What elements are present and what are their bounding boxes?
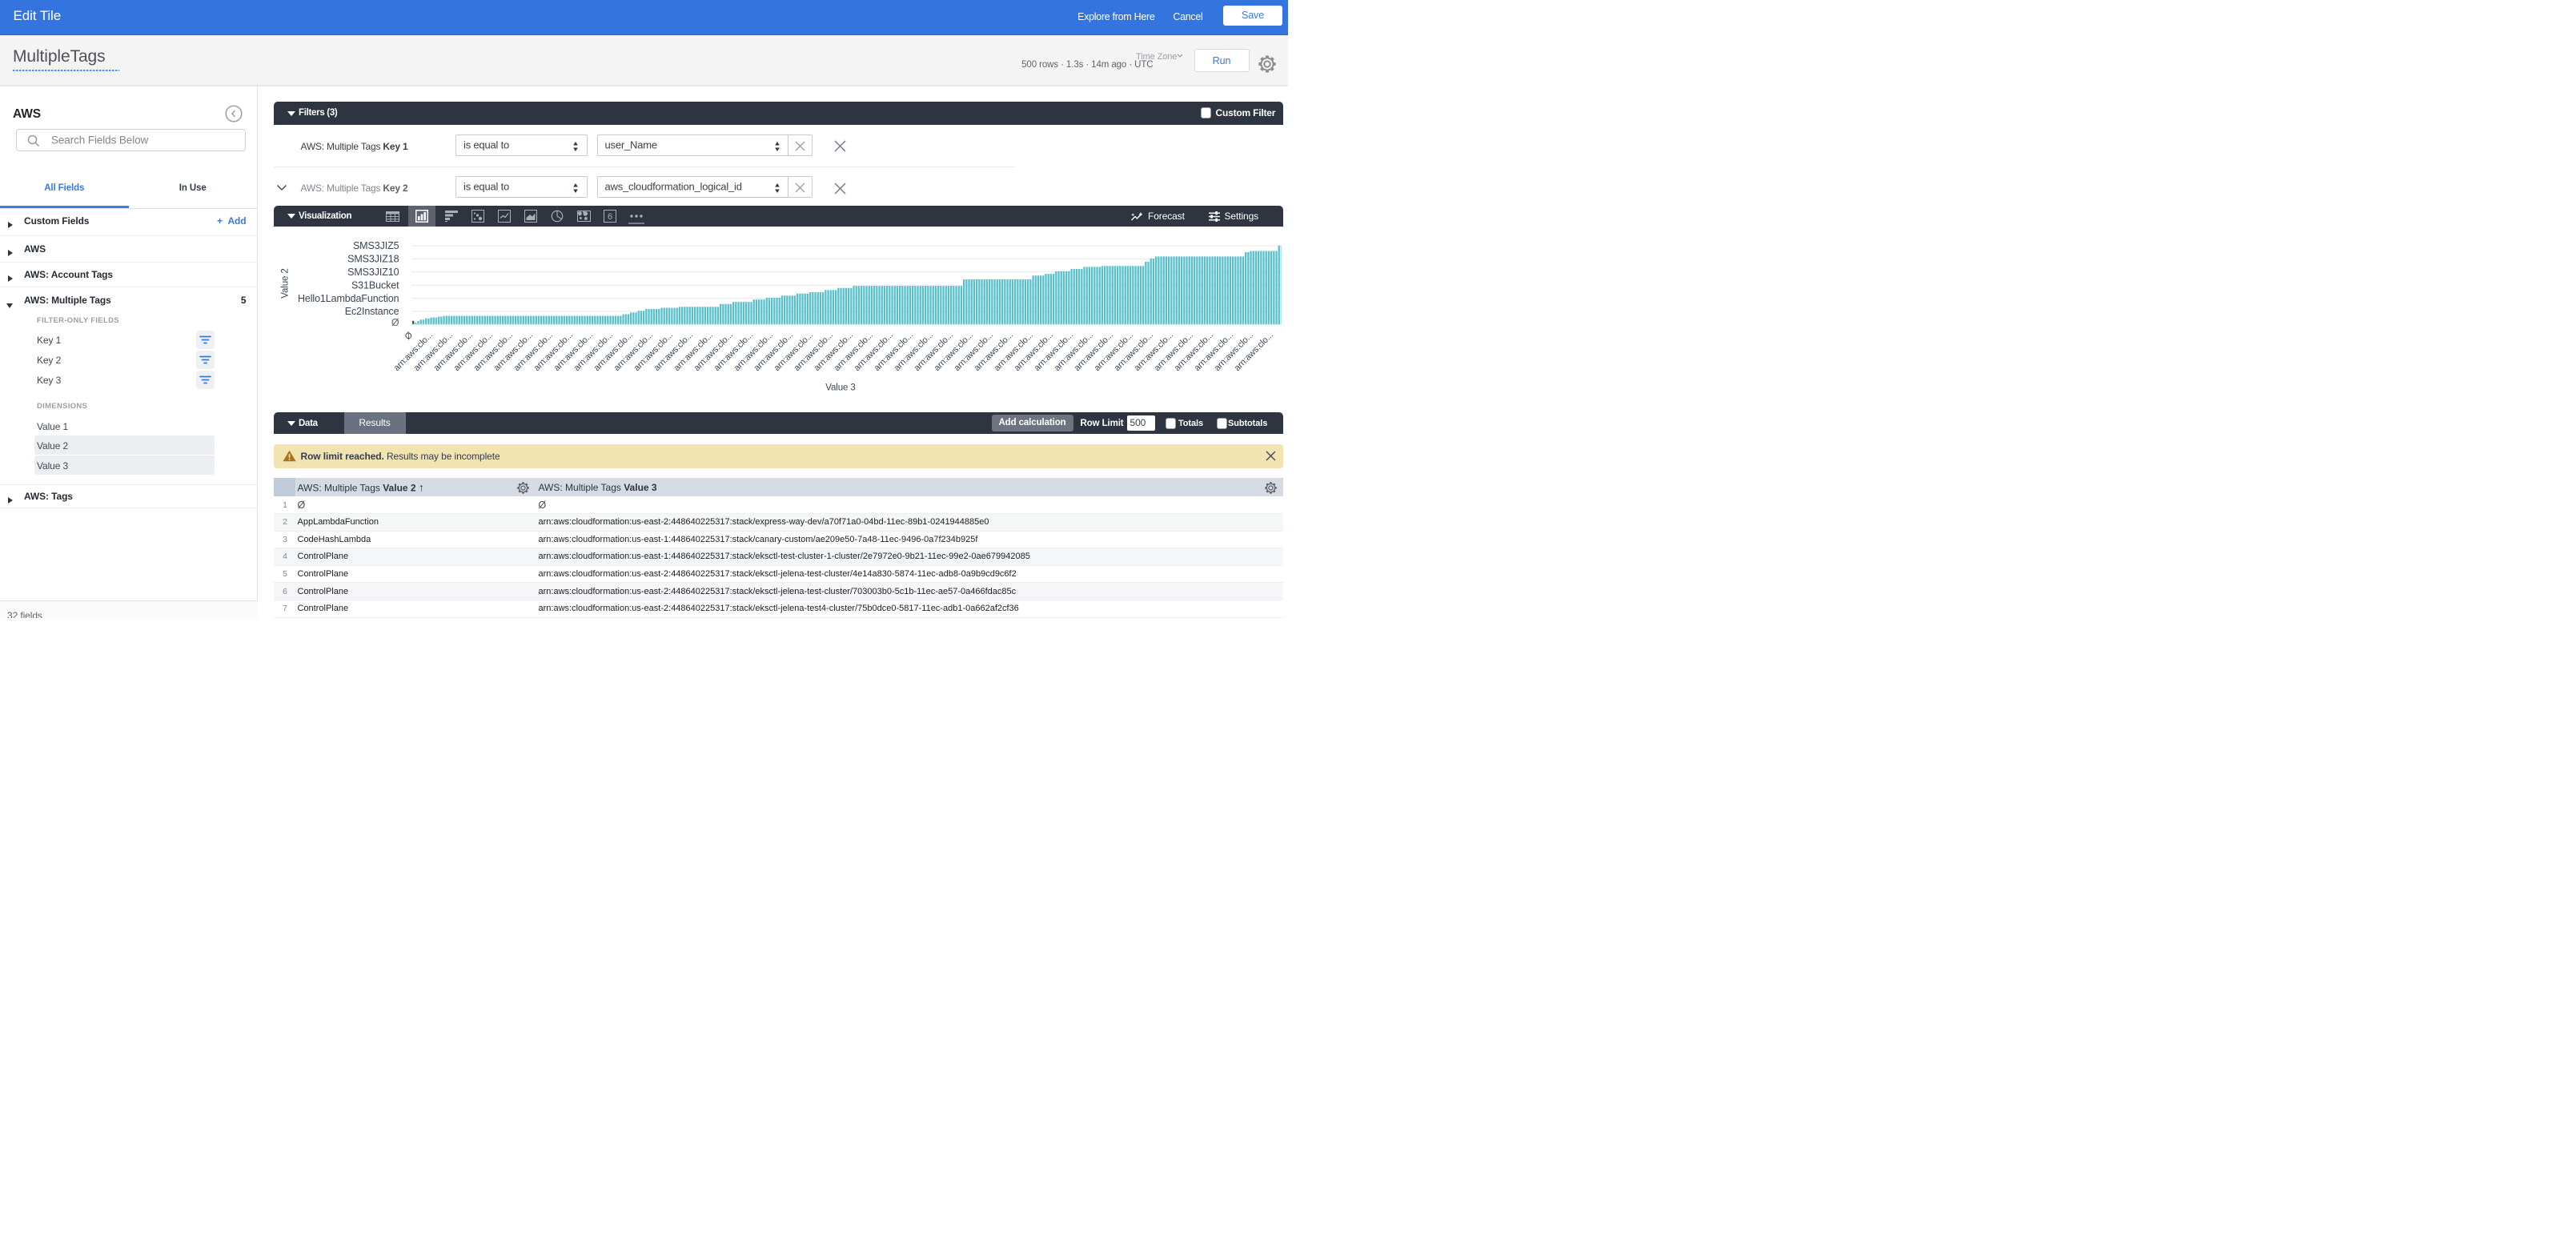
svg-text:Ø: Ø (403, 330, 415, 342)
svg-text:Value 2: Value 2 (281, 268, 291, 298)
svg-text:SMS3JIZ10: SMS3JIZ10 (347, 267, 399, 278)
svg-text:Value 3: Value 3 (825, 383, 855, 393)
svg-text:Hello1LambdaFunction: Hello1LambdaFunction (298, 293, 399, 304)
svg-text:SMS3JIZ18: SMS3JIZ18 (347, 254, 399, 265)
svg-text:Ø: Ø (391, 317, 399, 328)
svg-text:6: 6 (608, 212, 612, 222)
svg-text:S31Bucket: S31Bucket (351, 279, 399, 291)
svg-text:SMS3JIZ5: SMS3JIZ5 (353, 240, 399, 251)
svg-text:Ec2Instance: Ec2Instance (345, 306, 399, 317)
